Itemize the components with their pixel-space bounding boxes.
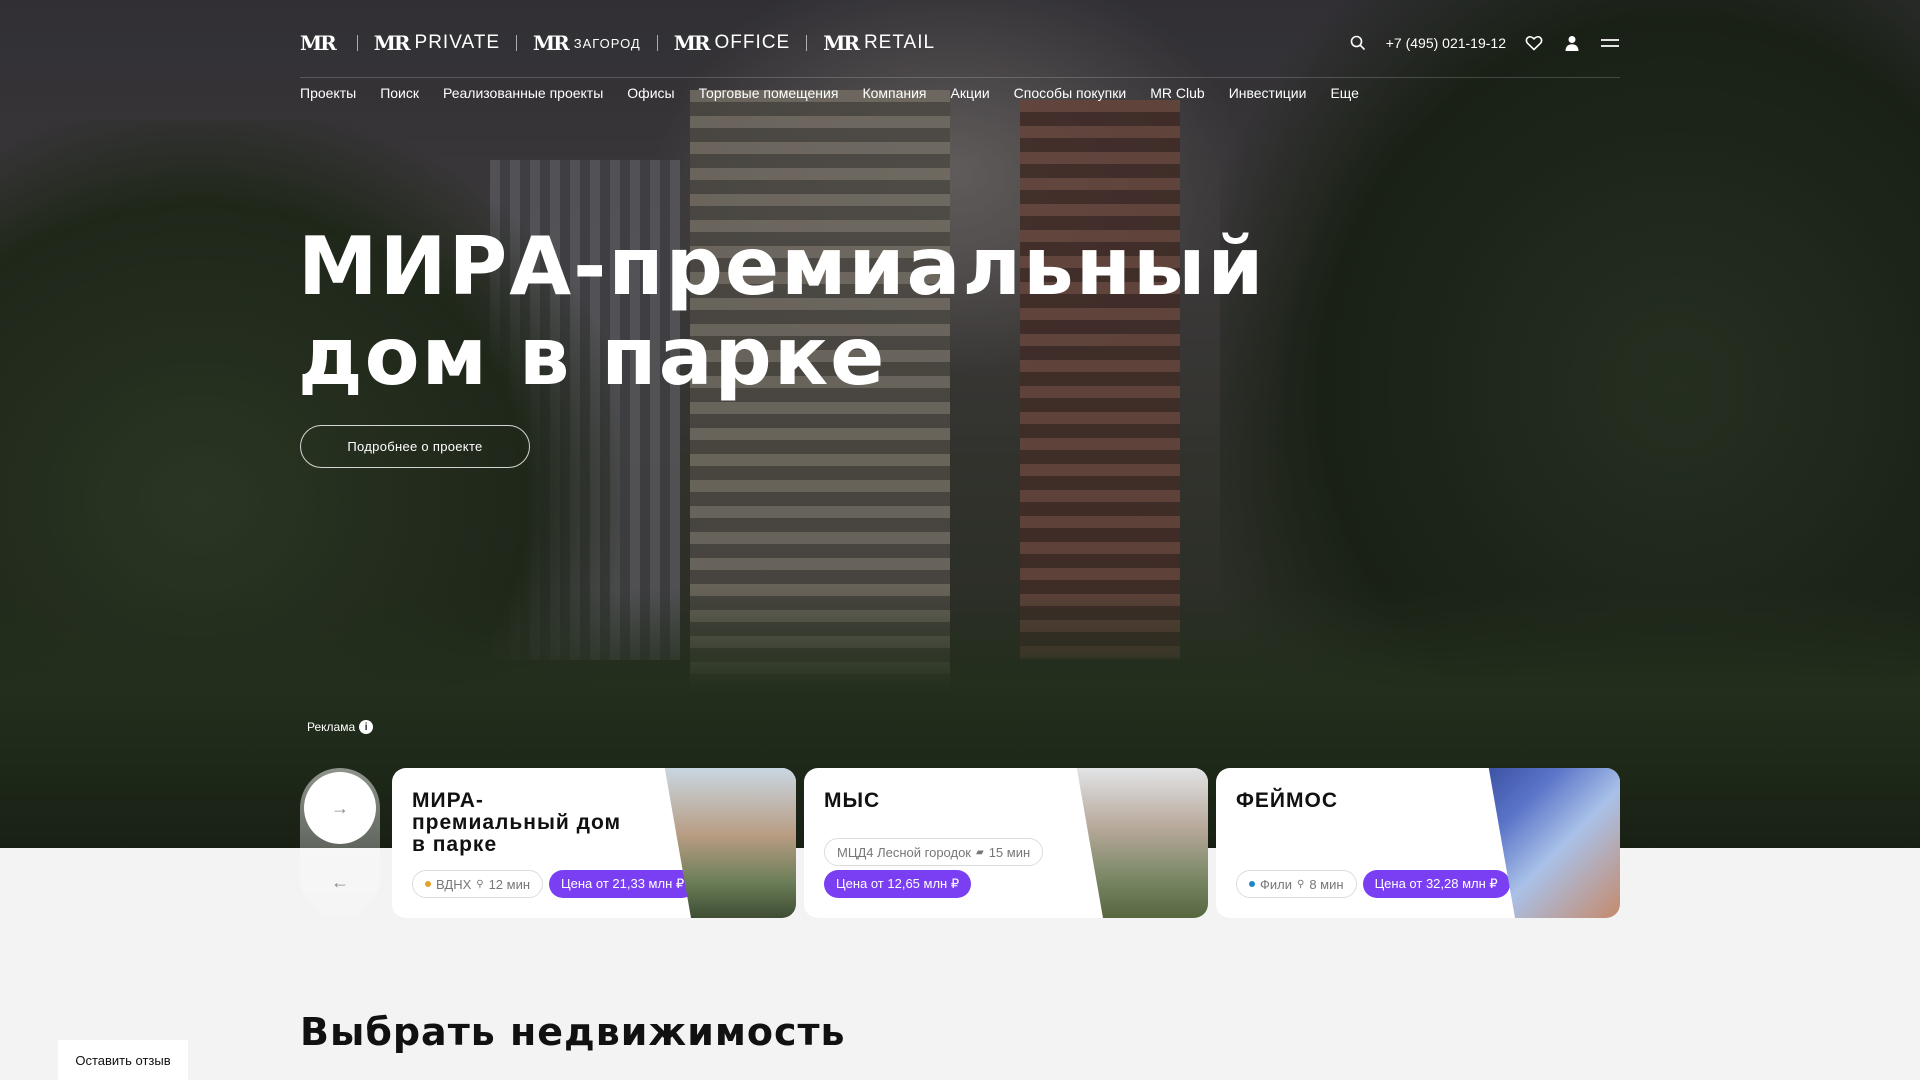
- hero-headline: МИРА-премиальный дом в парке: [298, 222, 1265, 402]
- metro-chip: ВДНХ ⚲ 12 мин: [412, 870, 544, 898]
- next-arrow-button[interactable]: →: [304, 772, 376, 844]
- header-bar: MR MR PRIVATE MR ЗАГОРОД MR OFFICE MR RE…: [300, 28, 1620, 58]
- metro-station: ВДНХ: [436, 876, 472, 892]
- brand-mr-office[interactable]: MR OFFICE: [674, 31, 790, 55]
- mr-logo-mark: MR: [673, 31, 711, 55]
- card-title: ФЕЙМОС: [1236, 789, 1339, 812]
- user-icon[interactable]: [1562, 33, 1582, 53]
- travel-time: 15 мин: [988, 844, 1031, 860]
- brand-label: ЗАГОРОД: [573, 32, 641, 53]
- nav-item-retail-spaces[interactable]: Торговые помещения: [699, 85, 839, 101]
- project-card-mira[interactable]: МИРА-премиальный дом в парке ВДНХ ⚲ 12 м…: [392, 768, 796, 918]
- nav-item-completed-projects[interactable]: Реализованные проекты: [443, 85, 603, 101]
- metro-station: Фили: [1260, 876, 1292, 892]
- metro-chip: Фили ⚲ 8 мин: [1236, 870, 1357, 898]
- walk-icon: ⚲: [476, 878, 484, 890]
- metro-chip: МЦД4 Лесной городок ▰ 15 мин: [824, 838, 1044, 866]
- slider-controls: → ←: [300, 768, 380, 918]
- project-details-button[interactable]: Подробнее о проекте: [300, 425, 530, 468]
- header-divider: [300, 77, 1620, 78]
- ad-label: Реклама i: [307, 720, 374, 734]
- feedback-button[interactable]: Оставить отзыв: [58, 1040, 188, 1080]
- arrow-right-icon: →: [331, 797, 349, 818]
- card-chips: МЦД4 Лесной городок ▰ 15 мин: [824, 838, 1044, 866]
- brand-list: MR MR PRIVATE MR ЗАГОРОД MR OFFICE MR RE…: [300, 31, 935, 55]
- nav-item-investments[interactable]: Инвестиции: [1229, 85, 1307, 101]
- section-title: Выбрать недвижимость: [300, 1010, 846, 1054]
- main-nav: Проекты Поиск Реализованные проекты Офис…: [300, 85, 1359, 101]
- walk-icon: ⚲: [1297, 878, 1305, 890]
- hero-headline-line2: дом в парке: [298, 310, 887, 403]
- mr-logo-mark: MR: [823, 31, 860, 55]
- nav-item-company[interactable]: Компания: [862, 85, 926, 101]
- project-photo: [1076, 768, 1208, 918]
- price-badge: Цена от 21,33 млн ₽: [549, 870, 697, 898]
- nav-item-purchase-methods[interactable]: Способы покупки: [1014, 85, 1127, 101]
- travel-time: 8 мин: [1309, 876, 1344, 892]
- brand-label: RETAIL: [863, 32, 936, 53]
- header-actions: +7 (495) 021-19-12: [1348, 33, 1620, 53]
- nav-item-search[interactable]: Поиск: [380, 85, 419, 101]
- hero-banner: MR MR PRIVATE MR ЗАГОРОД MR OFFICE MR RE…: [0, 0, 1920, 848]
- nav-item-mr-club[interactable]: MR Club: [1150, 85, 1204, 101]
- brand-mr-logo[interactable]: MR: [300, 31, 341, 55]
- travel-time: 12 мин: [488, 876, 531, 892]
- brand-mr-private[interactable]: MR PRIVATE: [374, 31, 500, 55]
- mr-logo-mark: MR: [533, 31, 570, 55]
- menu-icon[interactable]: [1600, 33, 1620, 53]
- metro-station: МЦД4 Лесной городок: [837, 844, 971, 860]
- nav-item-offices[interactable]: Офисы: [627, 85, 674, 101]
- info-icon[interactable]: i: [359, 720, 374, 734]
- project-card-mys[interactable]: МЫС МЦД4 Лесной городок ▰ 15 мин Цена от…: [804, 768, 1208, 918]
- card-chips: Фили ⚲ 8 мин Цена от 32,28 млн ₽: [1236, 870, 1510, 898]
- metro-line-dot: [1249, 881, 1255, 887]
- search-icon[interactable]: [1348, 33, 1368, 53]
- heart-icon[interactable]: [1524, 33, 1544, 53]
- mr-logo-mark: MR: [300, 31, 337, 55]
- price-badge: Цена от 32,28 млн ₽: [1362, 870, 1510, 898]
- mr-logo-mark: MR: [373, 31, 411, 55]
- project-card-famous[interactable]: ФЕЙМОС Фили ⚲ 8 мин Цена от 32,28 млн ₽: [1216, 768, 1620, 918]
- phone-link[interactable]: +7 (495) 021-19-12: [1386, 35, 1506, 51]
- arrow-left-icon: ←: [331, 871, 349, 892]
- hero-headline-line1: МИРА-премиальный: [298, 220, 1266, 313]
- card-chips: ВДНХ ⚲ 12 мин Цена от 21,33 млн ₽: [412, 870, 697, 898]
- nav-item-more[interactable]: Еще: [1330, 85, 1359, 101]
- price-badge: Цена от 12,65 млн ₽: [824, 870, 972, 898]
- card-title: МИРА-премиальный дом в парке: [412, 789, 622, 856]
- card-title: МЫС: [824, 789, 881, 812]
- prev-arrow-button[interactable]: ←: [304, 852, 376, 912]
- car-icon: ▰: [976, 846, 984, 858]
- brand-label: PRIVATE: [414, 32, 501, 53]
- brand-label: OFFICE: [714, 32, 791, 53]
- metro-line-dot: [425, 881, 431, 887]
- brand-mr-retail[interactable]: MR RETAIL: [823, 31, 935, 55]
- ad-label-text: Реклама: [307, 720, 356, 734]
- brand-mr-zagorod[interactable]: MR ЗАГОРОД: [533, 31, 641, 55]
- nav-item-projects[interactable]: Проекты: [300, 85, 356, 101]
- card-price-row: Цена от 12,65 млн ₽: [824, 870, 972, 898]
- nav-item-promotions[interactable]: Акции: [951, 85, 990, 101]
